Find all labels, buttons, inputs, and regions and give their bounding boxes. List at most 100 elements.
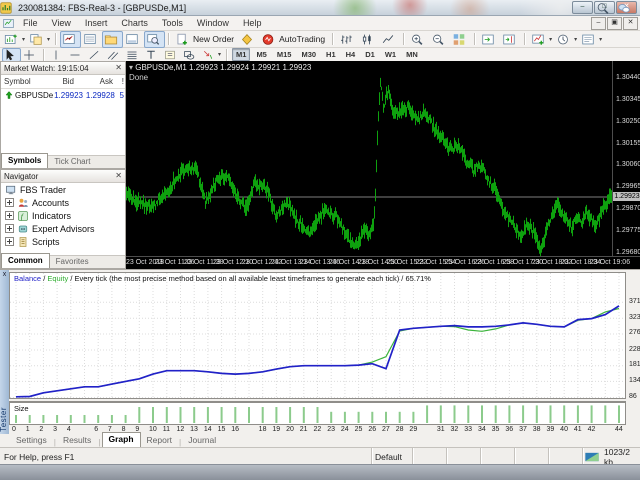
navigator-title-bar[interactable]: Navigator ✕ [1,170,125,183]
expand-icon[interactable] [5,211,14,220]
navigator-close-icon[interactable]: ✕ [115,171,122,181]
tester-tab-results[interactable]: Results [57,434,97,447]
menu-view[interactable]: View [45,18,78,28]
line-chart-button[interactable] [379,31,400,48]
text-label-button[interactable] [162,48,181,62]
navigator-button[interactable] [102,30,124,48]
chart-shift-button[interactable] [500,31,521,48]
navigator-item-expert-advisors[interactable]: Expert Advisors [1,222,125,235]
timeframe-m30-button[interactable]: M30 [297,48,320,61]
shapes-button[interactable] [181,48,200,62]
text-button[interactable] [143,48,162,62]
indicators-button[interactable]: ▾ [529,31,554,48]
fibonacci-button[interactable] [124,48,143,62]
auto-scroll-button[interactable] [479,31,500,48]
tab-tick-chart[interactable]: Tick Chart [48,155,96,168]
chart-window[interactable]: ▾ GBPUSDe,M1 1.29923 1.29924 1.29921 1.2… [126,61,640,269]
periods-button[interactable]: ▾ [554,31,579,48]
zoom-in-button[interactable] [408,31,429,48]
navigator-item-accounts[interactable]: Accounts [1,196,125,209]
timeframe-mn-button[interactable]: MN [402,48,422,61]
market-watch-button[interactable] [60,30,82,48]
tester-tab-graph[interactable]: Graph [101,432,141,447]
status-connection[interactable]: 1023/2 kb [582,447,640,467]
tester-tab-settings[interactable]: Settings [10,434,53,447]
templates-button[interactable]: ▾ [579,31,604,48]
navigator-item-fbs-trader[interactable]: FBS Trader [1,183,125,196]
tile-windows-button[interactable] [450,31,471,48]
trendline-button[interactable] [86,48,105,62]
timeframe-h1-button[interactable]: H1 [322,48,340,61]
arrows-button[interactable]: ▾ [200,48,223,62]
dropdown-arrow-icon[interactable]: ▾ [22,36,25,43]
timeframe-w1-button[interactable]: W1 [381,48,400,61]
tester-close-icon[interactable]: x [1,271,8,279]
bar-chart-button[interactable] [337,31,358,48]
vertical-line-button[interactable] [48,48,67,62]
menu-file[interactable]: File [16,18,45,28]
expand-icon[interactable] [5,224,14,233]
menu-help[interactable]: Help [236,18,269,28]
mdi-minimize-button[interactable]: – [591,17,606,30]
menu-charts[interactable]: Charts [114,18,155,28]
zoom-out-button[interactable] [429,31,450,48]
candlestick-chart-button[interactable] [358,31,379,48]
timeframe-m15-button[interactable]: M15 [273,48,296,61]
dropdown-arrow-icon[interactable]: ▾ [218,51,221,58]
market-watch-column-ask[interactable]: Ask [76,77,115,86]
dropdown-arrow-icon[interactable]: ▾ [599,36,602,43]
metaeditor-button[interactable] [238,31,259,48]
candlestick-chart[interactable] [126,61,612,256]
minimize-button[interactable]: – [572,1,593,14]
menu-window[interactable]: Window [190,18,236,28]
status-profile[interactable]: Default [371,448,412,465]
navigator-item-scripts[interactable]: Scripts [1,235,125,248]
menu-tools[interactable]: Tools [155,18,190,28]
mdi-restore-button[interactable]: ▣ [607,17,622,30]
dropdown-arrow-icon[interactable]: ▾ [549,36,552,43]
navigator-item-indicators[interactable]: f Indicators [1,209,125,222]
mdi-close-button[interactable]: ✕ [623,17,638,30]
tester-tab-report[interactable]: Report [141,434,179,447]
crosshair-button[interactable] [21,48,40,62]
tester-x-label: 29 [409,426,418,433]
data-window-button[interactable] [81,31,102,48]
expand-icon[interactable] [5,237,14,246]
market-watch-column-bid[interactable]: Bid [37,77,76,86]
market-watch-column-x[interactable]: ! [115,77,125,86]
market-watch-column-symbol[interactable]: Symbol [1,77,37,86]
tester-size-graph[interactable]: Size [9,401,626,425]
price-axis[interactable]: 1.30440 1.30345 1.30250 1.30155 1.30060 1.299… [612,61,640,256]
dropdown-arrow-icon[interactable]: ▾ [47,36,50,43]
terminal-button[interactable] [123,31,144,48]
new-order-button[interactable]: New Order [173,31,238,48]
autotrading-button[interactable]: AutoTrading [259,31,329,48]
profiles-button[interactable]: ▾ [27,31,52,48]
cursor-button[interactable] [2,47,21,62]
strategy-tester-button[interactable] [144,30,166,48]
timeframe-m5-button[interactable]: M5 [252,48,270,61]
tester-side-label[interactable]: Tester [0,407,8,432]
navigator-item-label: Expert Advisors [32,223,95,234]
timeframe-h4-button[interactable]: H4 [342,48,360,61]
timeframe-d1-button[interactable]: D1 [361,48,379,61]
equidistant-channel-button[interactable] [105,48,124,62]
community-button[interactable] [615,0,636,17]
title-bar[interactable]: 230081384: FBS-Real-3 - [GBPUSDe,M1] – □… [0,0,640,16]
expand-icon[interactable] [5,198,14,207]
tab-favorites[interactable]: Favorites [50,255,95,268]
time-axis[interactable]: 23 Oct 2018 23 Oct 11:06 23 Oct 11:38 23 Oc… [126,256,640,270]
tester-tab-journal[interactable]: Journal [182,434,222,447]
market-watch-close-icon[interactable]: ✕ [115,63,122,73]
horizontal-line-button[interactable] [67,48,86,62]
menu-insert[interactable]: Insert [78,18,115,28]
timeframe-m1-button[interactable]: M1 [232,48,251,61]
new-chart-button[interactable]: ▾ [2,31,27,48]
market-watch-title-bar[interactable]: Market Watch: 19:15:04 ✕ [1,62,125,75]
tester-graph[interactable]: Balance / Equity / Every tick (the most … [9,272,626,399]
tab-common[interactable]: Common [1,253,50,268]
dropdown-arrow-icon[interactable]: ▾ [574,36,577,43]
tab-symbols[interactable]: Symbols [1,153,49,168]
find-button[interactable] [594,0,615,17]
market-watch-symbol-row[interactable]: GBPUSDe 1.29923 1.29928 5 [1,89,125,101]
